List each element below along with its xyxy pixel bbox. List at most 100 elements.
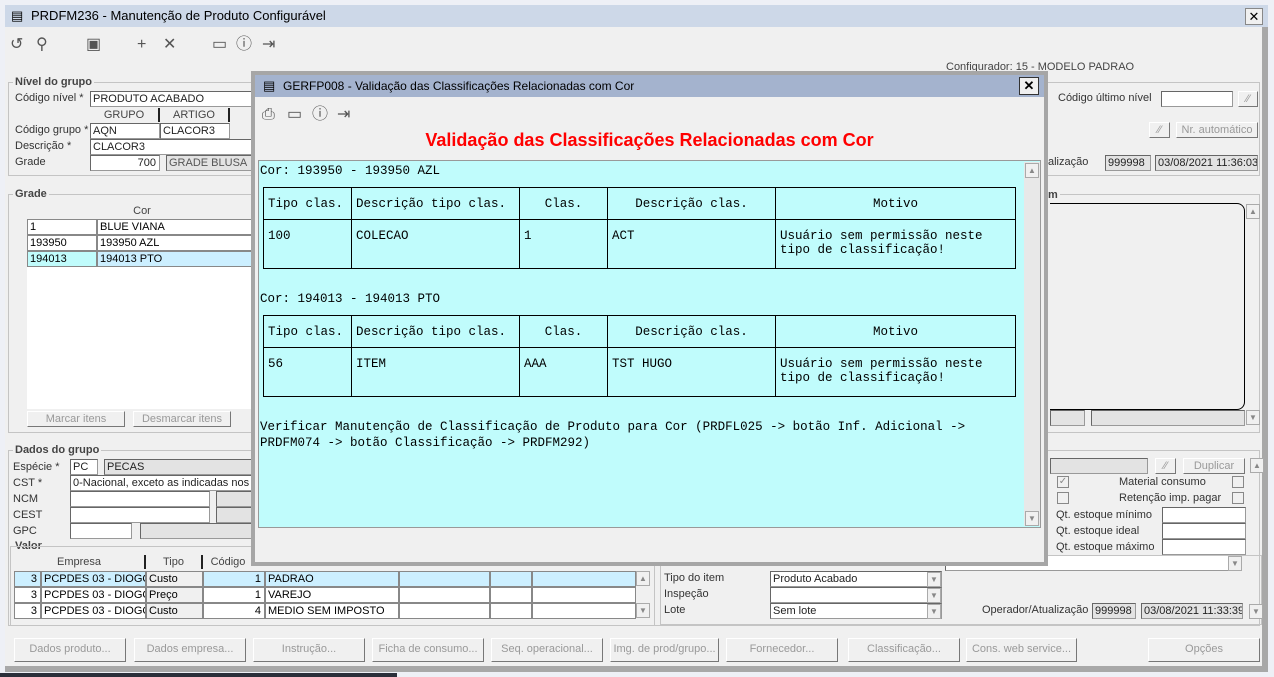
- exit-icon[interactable]: ⇥: [262, 35, 275, 55]
- valor-cell[interactable]: [490, 571, 532, 587]
- gpc-field[interactable]: [70, 523, 132, 539]
- especie-field[interactable]: PC: [70, 459, 98, 475]
- valor-cell[interactable]: [399, 571, 490, 587]
- valor-cell[interactable]: [532, 587, 636, 603]
- qt-min-field[interactable]: [1162, 507, 1246, 523]
- grade-row-code[interactable]: 193950: [27, 235, 97, 251]
- ncm-desc-field: [216, 491, 254, 507]
- valor-cell-desc[interactable]: MEDIO SEM IMPOSTO: [265, 603, 399, 619]
- valor-cell[interactable]: [399, 603, 490, 619]
- qt-max-field[interactable]: [1162, 539, 1246, 555]
- valor-cell[interactable]: [490, 603, 532, 619]
- search-icon[interactable]: ⚲: [36, 35, 48, 55]
- chevron-down-icon[interactable]: ▼: [927, 572, 941, 587]
- cest-field[interactable]: [70, 507, 210, 523]
- chevron-down-icon[interactable]: ▼: [1249, 604, 1263, 619]
- help-icon[interactable]: ⓘ: [236, 35, 252, 55]
- valor-cell-codigo[interactable]: 1: [203, 571, 265, 587]
- opcoes-button[interactable]: Opções: [1148, 638, 1260, 662]
- scroll-down-icon[interactable]: ▼: [636, 603, 650, 618]
- chevron-down-icon[interactable]: ▼: [927, 604, 941, 619]
- header-tipo-clas: Tipo clas.: [263, 187, 352, 220]
- classificacao-button[interactable]: Classificação...: [848, 638, 960, 662]
- instrucao-button[interactable]: Instrução...: [253, 638, 365, 662]
- valor-cell-desc[interactable]: PADRAO: [265, 571, 399, 587]
- material-consumo-checkbox[interactable]: [1232, 476, 1244, 488]
- checkbox[interactable]: [1057, 492, 1069, 504]
- dialog-close-button[interactable]: ✕: [1019, 77, 1039, 95]
- marcar-itens-button[interactable]: Marcar itens: [27, 411, 125, 427]
- lote-select[interactable]: Sem lote: [770, 603, 942, 619]
- close-button[interactable]: ✕: [1245, 8, 1263, 25]
- retencao-checkbox[interactable]: [1232, 492, 1244, 504]
- fornecedor-button[interactable]: Fornecedor...: [726, 638, 838, 662]
- lookup-button-3[interactable]: ⁄⁄: [1155, 458, 1176, 474]
- lookup-button-2[interactable]: ⁄⁄: [1149, 122, 1170, 138]
- add-icon[interactable]: +: [137, 35, 146, 55]
- valor-cell-empresa[interactable]: PCPDES 03 - DIOGO: [41, 587, 146, 603]
- grade-row-code[interactable]: 1: [27, 219, 97, 235]
- header-clas: Clas.: [519, 315, 608, 348]
- valor-cell-empresa[interactable]: PCPDES 03 - DIOGO: [41, 571, 146, 587]
- scroll-up-icon[interactable]: ▲: [1250, 458, 1264, 473]
- calendar-icon[interactable]: ▭: [287, 105, 302, 125]
- valor-cell-tipo[interactable]: Custo: [146, 603, 203, 619]
- tipo-item-select[interactable]: Produto Acabado: [770, 571, 942, 587]
- valor-cell-n[interactable]: 3: [14, 571, 41, 587]
- nr-automatico-button[interactable]: Nr. automático: [1176, 122, 1258, 138]
- valor-cell-empresa[interactable]: PCPDES 03 - DIOGO: [41, 603, 146, 619]
- ncm-field[interactable]: [70, 491, 210, 507]
- delete-icon[interactable]: ✕: [163, 35, 176, 55]
- valor-cell[interactable]: [490, 587, 532, 603]
- grade-row-desc[interactable]: BLUE VIANA: [97, 219, 257, 235]
- dados-empresa-button[interactable]: Dados empresa...: [134, 638, 246, 662]
- chevron-down-icon[interactable]: ▼: [927, 588, 941, 603]
- descricao-label: Descrição *: [15, 140, 72, 152]
- save-icon[interactable]: ▣: [86, 35, 101, 55]
- valor-cell[interactable]: [532, 603, 636, 619]
- checkbox-checked[interactable]: ✓: [1057, 476, 1069, 488]
- dados-produto-button[interactable]: Dados produto...: [14, 638, 126, 662]
- valor-cell-desc[interactable]: VAREJO: [265, 587, 399, 603]
- grade-row-desc-selected[interactable]: 194013 PTO: [97, 251, 257, 267]
- valor-cell-tipo[interactable]: Custo: [146, 571, 203, 587]
- scroll-down-icon[interactable]: ▼: [1246, 410, 1260, 425]
- header-descricao-tipo: Descrição tipo clas.: [351, 315, 520, 348]
- exit-icon[interactable]: ⇥: [337, 105, 350, 125]
- cst-field[interactable]: 0-Nacional, exceto as indicadas nos: [70, 475, 254, 491]
- seq-operacional-button[interactable]: Seq. operacional...: [491, 638, 603, 662]
- descricao-field[interactable]: CLACOR3: [90, 139, 255, 155]
- scroll-up-icon[interactable]: ▲: [1246, 204, 1260, 219]
- desmarcar-itens-button[interactable]: Desmarcar itens: [133, 411, 231, 427]
- codigo-nivel-field[interactable]: PRODUTO ACABADO: [90, 91, 255, 107]
- img-prod-grupo-button[interactable]: Img. de prod/grupo...: [610, 638, 719, 662]
- codigo-ultimo-field[interactable]: [1161, 91, 1233, 107]
- inspecao-select[interactable]: [770, 587, 942, 603]
- duplicar-button[interactable]: Duplicar: [1183, 458, 1245, 474]
- grade-row-desc[interactable]: 193950 AZL: [97, 235, 257, 251]
- qt-ideal-field[interactable]: [1162, 523, 1246, 539]
- valor-cell-n[interactable]: 3: [14, 587, 41, 603]
- valor-cell[interactable]: [532, 571, 636, 587]
- scroll-down-icon[interactable]: ▼: [1025, 511, 1039, 526]
- calendar-icon[interactable]: ▭: [212, 35, 227, 55]
- print-icon[interactable]: ⎙: [262, 105, 275, 125]
- valor-cell-n[interactable]: 3: [14, 603, 41, 619]
- valor-cell-codigo[interactable]: 1: [203, 587, 265, 603]
- ficha-consumo-button[interactable]: Ficha de consumo...: [372, 638, 484, 662]
- report-scrollbar[interactable]: [1024, 162, 1040, 526]
- grade-code-field[interactable]: 700: [90, 155, 160, 171]
- text-area[interactable]: [1050, 203, 1245, 410]
- cons-web-service-button[interactable]: Cons. web service...: [966, 638, 1077, 662]
- grade-row-code-selected[interactable]: 194013: [27, 251, 97, 267]
- grupo-field[interactable]: AQN: [90, 123, 160, 139]
- scroll-up-icon[interactable]: ▲: [636, 571, 650, 586]
- valor-cell-tipo[interactable]: Preço: [146, 587, 203, 603]
- scroll-up-icon[interactable]: ▲: [1025, 163, 1039, 178]
- artigo-field[interactable]: CLACOR3: [160, 123, 230, 139]
- valor-cell-codigo[interactable]: 4: [203, 603, 265, 619]
- valor-cell[interactable]: [399, 587, 490, 603]
- lookup-button[interactable]: ⁄⁄: [1238, 91, 1258, 107]
- help-icon[interactable]: ⓘ: [312, 105, 328, 125]
- undo-icon[interactable]: ↺: [10, 35, 23, 55]
